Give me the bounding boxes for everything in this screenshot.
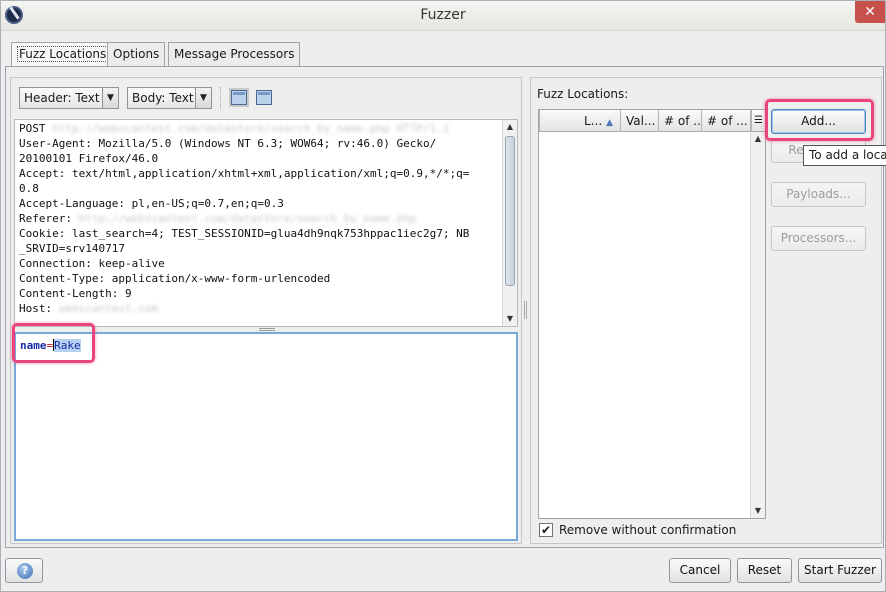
help-icon: ?	[17, 563, 33, 579]
remove-without-confirmation-checkbox[interactable]: ✔	[539, 523, 553, 537]
header-line-text: Accept: text/html,application/xhtml+xml,…	[19, 167, 470, 180]
scroll-up-icon[interactable]: ▲	[751, 132, 765, 146]
processors-button[interactable]: Processors...	[771, 226, 866, 251]
scroll-down-icon[interactable]: ▼	[751, 504, 765, 518]
header-line-text: Content-Length: 9	[19, 287, 132, 300]
redacted-text: webscantest.com	[58, 302, 159, 315]
redacted-text: http://webscantest.com/datastore/search_…	[78, 212, 417, 225]
remove-without-confirmation-label: Remove without confirmation	[559, 523, 737, 537]
header-line-text: POST	[19, 122, 53, 135]
annotation-highlight-add	[765, 99, 874, 141]
request-body-textarea[interactable]: name=Rake	[14, 332, 518, 541]
column-control-icon[interactable]: ☰	[751, 110, 765, 132]
header-line: POST http://webscantest.com/datastore/se…	[19, 121, 501, 136]
column-value[interactable]: Val...	[621, 110, 659, 132]
fuzz-locations-label: Fuzz Locations:	[537, 87, 629, 101]
column-location[interactable]: L... ▲	[579, 110, 621, 132]
split-horizontal-view-icon[interactable]	[256, 90, 272, 105]
header-scrollbar[interactable]: ▲ ▼	[502, 120, 517, 326]
column-num-processors[interactable]: # of ...	[702, 110, 751, 132]
title-bar: Fuzzer ✕	[1, 1, 885, 31]
header-view-label: Header: Text	[24, 91, 100, 105]
table-scrollbar[interactable]: ▲ ▼	[750, 132, 765, 518]
header-line: Host: webscantest.com	[19, 301, 501, 316]
header-line: Content-Length: 9	[19, 286, 501, 301]
header-line-text: Host:	[19, 302, 59, 315]
header-line-text: Accept-Language: pl,en-US;q=0.7,en;q=0.3	[19, 197, 284, 210]
scroll-down-icon[interactable]: ▼	[503, 312, 517, 326]
tab-message-processors[interactable]: Message Processors	[168, 42, 301, 66]
pane-divider[interactable]	[524, 301, 527, 319]
tab-options[interactable]: Options	[107, 42, 166, 66]
table-header: L... ▲ Val... # of ... # of ... ☰	[539, 110, 765, 132]
header-line: User-Agent: Mozilla/5.0 (Windows NT 6.3;…	[19, 136, 501, 151]
header-line-text: Connection: keep-alive	[19, 257, 165, 270]
header-line-text: User-Agent: Mozilla/5.0 (Windows NT 6.3;…	[19, 137, 437, 150]
chevron-down-icon: ▼	[195, 88, 211, 108]
table-row-header-spacer	[539, 110, 540, 132]
body-view-label: Body: Text	[132, 91, 194, 105]
scrollbar-thumb[interactable]	[505, 136, 515, 286]
header-line: Accept-Language: pl,en-US;q=0.7,en;q=0.3	[19, 196, 501, 211]
header-line: 0.8	[19, 181, 501, 196]
payloads-button[interactable]: Payloads...	[771, 182, 866, 207]
request-header-text: POST http://webscantest.com/datastore/se…	[19, 121, 501, 316]
request-header-textarea[interactable]: POST http://webscantest.com/datastore/se…	[14, 119, 518, 327]
toolbar-separator	[220, 87, 222, 109]
tab-fuzz-locations[interactable]: Fuzz Locations	[11, 42, 115, 67]
header-line-text: _SRVID=srv140717	[19, 242, 125, 255]
chevron-down-icon: ▼	[102, 88, 118, 108]
header-line-text: Referer:	[19, 212, 79, 225]
header-line: 20100101 Firefox/46.0	[19, 151, 501, 166]
split-vertical-view-icon[interactable]	[231, 90, 247, 105]
header-line-text: 0.8	[19, 182, 39, 195]
help-button[interactable]: ?	[5, 558, 43, 583]
header-view-combo[interactable]: Header: Text ▼	[19, 87, 119, 109]
header-line: _SRVID=srv140717	[19, 241, 501, 256]
close-window-button[interactable]: ✕	[855, 1, 885, 23]
window-title: Fuzzer	[420, 7, 466, 23]
column-num-payloads[interactable]: # of ...	[659, 110, 702, 132]
scroll-up-icon[interactable]: ▲	[503, 120, 517, 134]
fuzzer-window: Fuzzer ✕ Fuzz Locations Options Message …	[0, 0, 886, 592]
header-line: Referer: http://webscantest.com/datastor…	[19, 211, 501, 226]
cancel-button[interactable]: Cancel	[669, 558, 731, 583]
add-button-tooltip: To add a location	[803, 145, 886, 166]
fuzz-locations-table[interactable]: L... ▲ Val... # of ... # of ... ☰ ▲ ▼	[538, 109, 766, 519]
annotation-highlight-body	[12, 323, 95, 363]
start-fuzzer-button[interactable]: Start Fuzzer	[798, 558, 882, 583]
header-line-text: Content-Type: application/x-www-form-url…	[19, 272, 331, 285]
header-line: Connection: keep-alive	[19, 256, 501, 271]
redacted-text: http://webscantest.com/datastore/search_…	[52, 122, 450, 135]
header-line-text: 20100101 Firefox/46.0	[19, 152, 159, 165]
reset-button[interactable]: Reset	[737, 558, 792, 583]
sort-ascending-icon: ▲	[606, 118, 614, 128]
header-line: Accept: text/html,application/xhtml+xml,…	[19, 166, 501, 181]
body-view-combo[interactable]: Body: Text ▼	[127, 87, 212, 109]
header-line: Cookie: last_search=4; TEST_SESSIONID=gl…	[19, 226, 501, 241]
header-body-splitter[interactable]	[259, 328, 275, 331]
header-line: Content-Type: application/x-www-form-url…	[19, 271, 501, 286]
header-line-text: Cookie: last_search=4; TEST_SESSIONID=gl…	[19, 227, 470, 240]
